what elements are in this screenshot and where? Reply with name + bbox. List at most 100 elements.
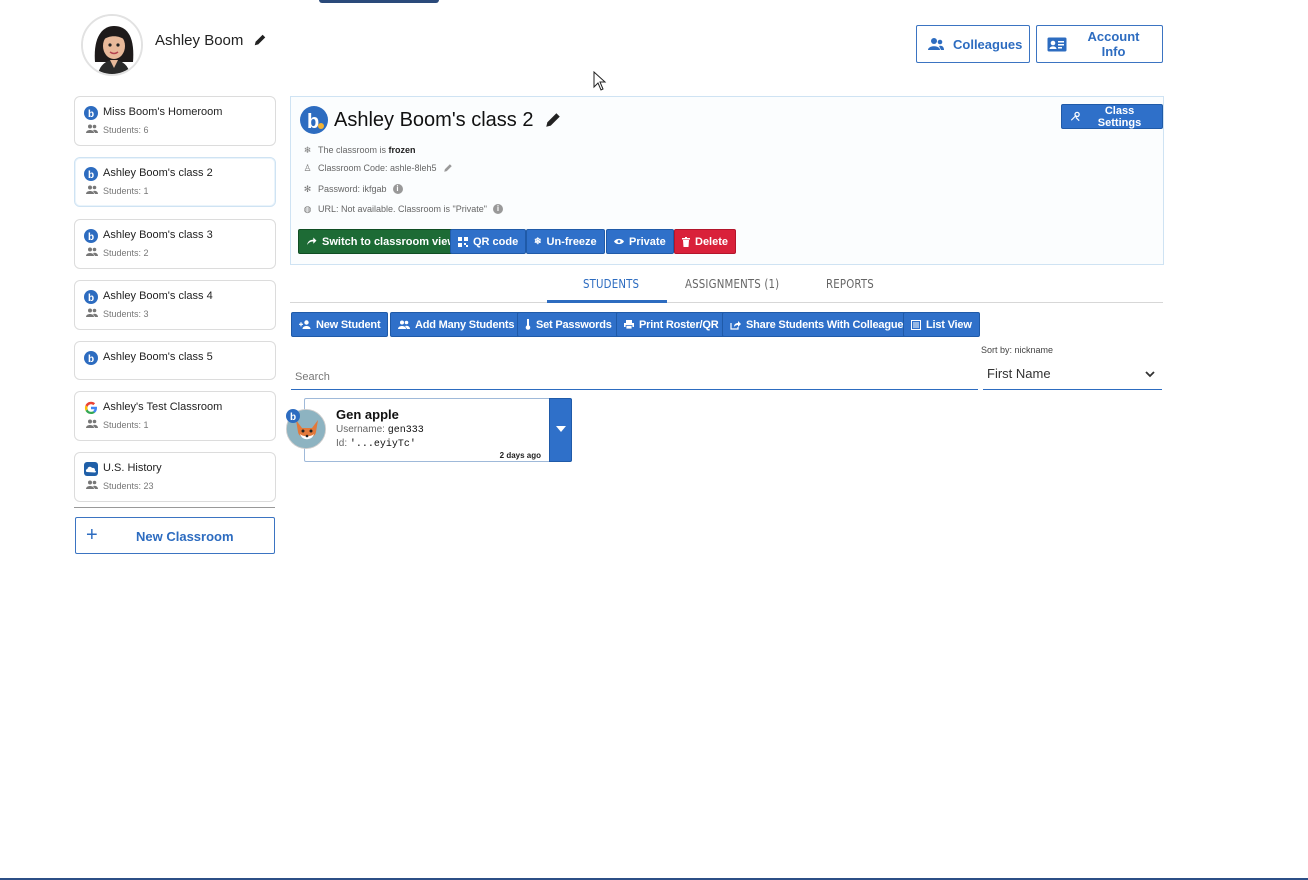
trash-icon [682, 236, 690, 247]
tab-assignments[interactable]: ASSIGNMENTS (1) [685, 277, 779, 291]
share-students-label: Share Students With Colleague [746, 318, 904, 331]
people-icon [86, 124, 98, 133]
new-classroom-label: New Classroom [136, 529, 234, 544]
new-student-button[interactable]: New Student [291, 312, 389, 337]
password-row: ✻ Password: ikfgab i [303, 184, 403, 194]
svg-text:b: b [88, 232, 94, 243]
qr-code-button[interactable]: QR code [450, 229, 527, 254]
qr-icon [458, 236, 468, 247]
sidebar-class-card[interactable]: Ashley's Test Classroom Students: 1 [74, 391, 276, 441]
pencil-icon[interactable] [544, 111, 562, 129]
key-icon [525, 319, 531, 330]
password: Password: ikfgab [318, 184, 387, 194]
people-icon [398, 320, 410, 329]
class-name: Ashley Boom's class 5 [103, 351, 213, 363]
student-id: Id: '...eyiyTc' [336, 438, 416, 450]
info-icon[interactable]: i [492, 204, 503, 214]
class-student-count: Students: 23 [103, 481, 154, 491]
add-many-students-button[interactable]: Add Many Students [390, 312, 523, 337]
switch-label: Switch to classroom view [322, 235, 456, 248]
unfreeze-label: Un-freeze [546, 235, 597, 248]
pencil-icon[interactable] [443, 163, 453, 173]
frozen-prefix: The classroom is [318, 145, 387, 155]
boom-b-icon: b [84, 290, 98, 304]
info-icon[interactable]: i [392, 184, 403, 194]
class-title: Ashley Boom's class 2 [334, 109, 534, 131]
tab-students[interactable]: STUDENTS [583, 277, 639, 291]
share-students-button[interactable]: Share Students With Colleague [722, 312, 912, 337]
sidebar-class-card[interactable]: b Ashley Boom's class 4 Students: 3 [74, 280, 276, 330]
svg-text:b: b [290, 412, 296, 423]
class-student-count: Students: 1 [103, 186, 149, 196]
people-icon [86, 185, 98, 194]
svg-text:b: b [307, 111, 319, 133]
tab-reports[interactable]: REPORTS [826, 277, 874, 291]
class-name: Ashley Boom's class 3 [103, 229, 213, 241]
svg-text:b: b [88, 109, 94, 120]
student-last-active: 2 days ago [499, 451, 541, 460]
profile-name: Ashley Boom [155, 32, 244, 49]
boom-b-icon: b [84, 106, 98, 120]
printer-icon [624, 320, 634, 329]
colleagues-button[interactable]: Colleagues [916, 25, 1030, 63]
active-tab-indicator [547, 300, 667, 303]
tools-icon [1070, 111, 1080, 122]
class-student-count: Students: 3 [103, 309, 149, 319]
sidebar-class-card-active[interactable]: b Ashley Boom's class 2 Students: 1 [74, 157, 276, 207]
delete-button[interactable]: Delete [674, 229, 737, 254]
print-roster-button[interactable]: Print Roster/QR [616, 312, 727, 337]
switch-classroom-view-button[interactable]: Switch to classroom view [298, 229, 464, 254]
classroom-code-row: ♙ Classroom Code: ashle-8leh5 [303, 163, 453, 173]
qr-label: QR code [473, 235, 519, 248]
sidebar-class-card[interactable]: b Miss Boom's Homeroom Students: 6 [74, 96, 276, 146]
sidebar-class-card[interactable]: b Ashley Boom's class 5 [74, 341, 276, 380]
unfreeze-button[interactable]: ❄ Un-freeze [526, 229, 605, 254]
class-student-count: Students: 6 [103, 125, 149, 135]
private-button[interactable]: Private [606, 229, 674, 254]
new-student-label: New Student [316, 318, 381, 331]
tabs-divider [290, 302, 1163, 303]
people-icon [86, 308, 98, 317]
class-name: Ashley Boom's class 2 [103, 167, 213, 179]
class-name: Miss Boom's Homeroom [103, 106, 223, 118]
student-menu-button[interactable] [549, 398, 572, 462]
set-passwords-button[interactable]: Set Passwords [517, 312, 620, 337]
sort-label: Sort by: nickname [981, 345, 1054, 355]
caret-down-icon [556, 426, 566, 432]
class-name: U.S. History [103, 462, 162, 474]
list-icon [911, 319, 921, 330]
svg-text:b: b [88, 354, 94, 365]
boom-b-icon: b [300, 106, 328, 134]
classroom-code: Classroom Code: ashle-8leh5 [318, 163, 437, 173]
search-input[interactable] [291, 365, 978, 390]
mouse-cursor-icon [593, 71, 607, 91]
snowflake-icon: ❄ [534, 236, 542, 246]
top-nav-stub [319, 0, 439, 3]
frozen-state: frozen [388, 145, 416, 155]
pencil-icon[interactable] [253, 33, 267, 47]
student-card[interactable]: Gen apple Username: gen333 Id: '...eyiyT… [304, 398, 572, 462]
sidebar-class-card[interactable]: b Ashley Boom's class 3 Students: 2 [74, 219, 276, 269]
boom-b-icon: b [286, 409, 300, 423]
boom-b-icon: b [84, 167, 98, 181]
people-icon [86, 480, 98, 489]
sort-select[interactable]: First Name [983, 360, 1162, 390]
list-view-button[interactable]: List View [903, 312, 980, 337]
asterisk-icon: ✻ [303, 183, 312, 194]
plus-icon: + [86, 524, 98, 546]
svg-text:b: b [88, 293, 94, 304]
sidebar-class-card[interactable]: U.S. History Students: 23 [74, 452, 276, 502]
account-info-button[interactable]: Account Info [1036, 25, 1163, 63]
print-roster-label: Print Roster/QR [639, 318, 719, 331]
class-name: Ashley's Test Classroom [103, 401, 223, 413]
list-view-label: List View [926, 318, 972, 331]
class-student-count: Students: 1 [103, 420, 149, 430]
class-name: Ashley Boom's class 4 [103, 290, 213, 302]
frozen-status: ❄ The classroom is frozen [303, 145, 416, 155]
new-classroom-button[interactable]: + New Classroom [75, 517, 275, 554]
private-label: Private [629, 235, 666, 248]
class-settings-button[interactable]: Class Settings [1061, 104, 1163, 129]
avatar[interactable] [81, 14, 143, 76]
people-icon [86, 247, 98, 256]
people-icon [928, 38, 944, 50]
